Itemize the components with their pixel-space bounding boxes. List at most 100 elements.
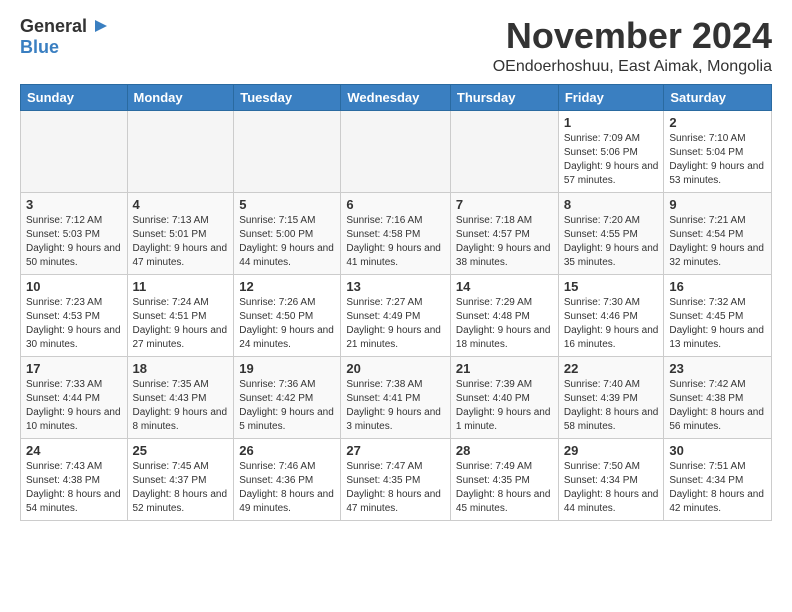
calendar-day-cell: 2 Sunrise: 7:10 AMSunset: 5:04 PMDaylight… (664, 110, 772, 192)
calendar-day-cell (341, 110, 451, 192)
day-info: Sunrise: 7:51 AMSunset: 4:34 PMDaylight:… (669, 460, 766, 516)
day-info: Sunrise: 7:40 AMSunset: 4:39 PMDaylight:… (564, 378, 659, 434)
day-info: Sunrise: 7:21 AMSunset: 4:54 PMDaylight:… (669, 214, 766, 270)
calendar-day-cell: 18Sunrise: 7:35 AMSunset: 4:43 PMDayligh… (127, 356, 234, 438)
day-info: Sunrise: 7:42 AMSunset: 4:38 PMDaylight:… (669, 378, 766, 434)
calendar-day-cell: 22 Sunrise: 7:40 AMSunset: 4:39 PMDayligh… (558, 356, 664, 438)
calendar-day-cell: 12 Sunrise: 7:26 AMSunset: 4:50 PMDayligh… (234, 274, 341, 356)
day-number: 24 (26, 443, 122, 458)
calendar-week-row: 1 Sunrise: 7:09 AMSunset: 5:06 PMDaylight… (21, 110, 772, 192)
calendar-week-row: 10 Sunrise: 7:23 AMSunset: 4:53 PMDayligh… (21, 274, 772, 356)
calendar-day-cell: 10 Sunrise: 7:23 AMSunset: 4:53 PMDayligh… (21, 274, 128, 356)
day-info: Sunrise: 7:24 AMSunset: 4:51 PMDaylight:… (133, 296, 229, 352)
day-info: Sunrise: 7:13 AMSunset: 5:01 PMDaylight:… (133, 214, 229, 270)
page-header: General Blue November 2024 OEndoerhoshuu… (20, 16, 772, 76)
calendar-table: SundayMondayTuesdayWednesdayThursdayFrid… (20, 84, 772, 521)
weekday-header-cell: Tuesday (234, 84, 341, 110)
calendar-day-cell: 9 Sunrise: 7:21 AMSunset: 4:54 PMDaylight… (664, 192, 772, 274)
calendar-day-cell: 14Sunrise: 7:29 AMSunset: 4:48 PMDayligh… (450, 274, 558, 356)
logo: General Blue (20, 16, 109, 58)
calendar-day-cell: 1 Sunrise: 7:09 AMSunset: 5:06 PMDaylight… (558, 110, 664, 192)
title-block: November 2024 OEndoerhoshuu, East Aimak,… (493, 16, 772, 76)
calendar-day-cell: 17Sunrise: 7:33 AMSunset: 4:44 PMDayligh… (21, 356, 128, 438)
day-info: Sunrise: 7:45 AMSunset: 4:37 PMDaylight:… (133, 460, 229, 516)
day-number: 9 (669, 197, 766, 212)
calendar-day-cell: 24 Sunrise: 7:43 AMSunset: 4:38 PMDayligh… (21, 438, 128, 520)
day-info: Sunrise: 7:47 AMSunset: 4:35 PMDaylight:… (346, 460, 445, 516)
calendar-day-cell (21, 110, 128, 192)
day-number: 13 (346, 279, 445, 294)
day-number: 10 (26, 279, 122, 294)
day-number: 4 (133, 197, 229, 212)
day-number: 29 (564, 443, 659, 458)
day-number: 1 (564, 115, 659, 130)
day-number: 19 (239, 361, 335, 376)
day-info: Sunrise: 7:39 AMSunset: 4:40 PMDaylight:… (456, 378, 553, 434)
weekday-header-cell: Sunday (21, 84, 128, 110)
day-info: Sunrise: 7:36 AMSunset: 4:42 PMDaylight:… (239, 378, 335, 434)
day-number: 2 (669, 115, 766, 130)
day-number: 6 (346, 197, 445, 212)
day-number: 5 (239, 197, 335, 212)
day-info: Sunrise: 7:09 AMSunset: 5:06 PMDaylight:… (564, 132, 659, 188)
calendar-day-cell (127, 110, 234, 192)
location-title: OEndoerhoshuu, East Aimak, Mongolia (493, 58, 772, 76)
day-info: Sunrise: 7:20 AMSunset: 4:55 PMDaylight:… (564, 214, 659, 270)
month-title: November 2024 (493, 16, 772, 56)
day-number: 14 (456, 279, 553, 294)
weekday-header-cell: Thursday (450, 84, 558, 110)
day-number: 20 (346, 361, 445, 376)
logo-blue: Blue (20, 37, 59, 57)
day-number: 15 (564, 279, 659, 294)
day-info: Sunrise: 7:23 AMSunset: 4:53 PMDaylight:… (26, 296, 122, 352)
day-number: 27 (346, 443, 445, 458)
calendar-day-cell: 7Sunrise: 7:18 AMSunset: 4:57 PMDaylight… (450, 192, 558, 274)
calendar-day-cell: 30 Sunrise: 7:51 AMSunset: 4:34 PMDayligh… (664, 438, 772, 520)
day-number: 26 (239, 443, 335, 458)
calendar-week-row: 3 Sunrise: 7:12 AMSunset: 5:03 PMDaylight… (21, 192, 772, 274)
calendar-day-cell: 4 Sunrise: 7:13 AMSunset: 5:01 PMDaylight… (127, 192, 234, 274)
calendar-day-cell: 27 Sunrise: 7:47 AMSunset: 4:35 PMDayligh… (341, 438, 451, 520)
calendar-day-cell: 26Sunrise: 7:46 AMSunset: 4:36 PMDayligh… (234, 438, 341, 520)
day-info: Sunrise: 7:50 AMSunset: 4:34 PMDaylight:… (564, 460, 659, 516)
calendar-day-cell: 16Sunrise: 7:32 AMSunset: 4:45 PMDayligh… (664, 274, 772, 356)
weekday-header-cell: Friday (558, 84, 664, 110)
calendar-day-cell: 25Sunrise: 7:45 AMSunset: 4:37 PMDayligh… (127, 438, 234, 520)
weekday-header-cell: Monday (127, 84, 234, 110)
day-info: Sunrise: 7:26 AMSunset: 4:50 PMDaylight:… (239, 296, 335, 352)
day-number: 8 (564, 197, 659, 212)
day-number: 3 (26, 197, 122, 212)
day-info: Sunrise: 7:10 AMSunset: 5:04 PMDaylight:… (669, 132, 766, 188)
day-info: Sunrise: 7:27 AMSunset: 4:49 PMDaylight:… (346, 296, 445, 352)
day-info: Sunrise: 7:49 AMSunset: 4:35 PMDaylight:… (456, 460, 553, 516)
calendar-day-cell: 11Sunrise: 7:24 AMSunset: 4:51 PMDayligh… (127, 274, 234, 356)
calendar-body: 1 Sunrise: 7:09 AMSunset: 5:06 PMDaylight… (21, 110, 772, 520)
calendar-week-row: 17Sunrise: 7:33 AMSunset: 4:44 PMDayligh… (21, 356, 772, 438)
calendar-day-cell: 3 Sunrise: 7:12 AMSunset: 5:03 PMDaylight… (21, 192, 128, 274)
logo-general: General (20, 16, 87, 37)
day-number: 18 (133, 361, 229, 376)
calendar-week-row: 24 Sunrise: 7:43 AMSunset: 4:38 PMDayligh… (21, 438, 772, 520)
calendar-day-cell: 28Sunrise: 7:49 AMSunset: 4:35 PMDayligh… (450, 438, 558, 520)
calendar-day-cell: 21Sunrise: 7:39 AMSunset: 4:40 PMDayligh… (450, 356, 558, 438)
day-number: 22 (564, 361, 659, 376)
calendar-day-cell: 23Sunrise: 7:42 AMSunset: 4:38 PMDayligh… (664, 356, 772, 438)
day-info: Sunrise: 7:33 AMSunset: 4:44 PMDaylight:… (26, 378, 122, 434)
day-number: 30 (669, 443, 766, 458)
calendar-day-cell: 15Sunrise: 7:30 AMSunset: 4:46 PMDayligh… (558, 274, 664, 356)
day-info: Sunrise: 7:38 AMSunset: 4:41 PMDaylight:… (346, 378, 445, 434)
day-info: Sunrise: 7:43 AMSunset: 4:38 PMDaylight:… (26, 460, 122, 516)
calendar-day-cell: 8 Sunrise: 7:20 AMSunset: 4:55 PMDaylight… (558, 192, 664, 274)
day-info: Sunrise: 7:16 AMSunset: 4:58 PMDaylight:… (346, 214, 445, 270)
calendar-day-cell: 6 Sunrise: 7:16 AMSunset: 4:58 PMDaylight… (341, 192, 451, 274)
calendar-day-cell: 20 Sunrise: 7:38 AMSunset: 4:41 PMDayligh… (341, 356, 451, 438)
calendar-day-cell: 19 Sunrise: 7:36 AMSunset: 4:42 PMDayligh… (234, 356, 341, 438)
day-info: Sunrise: 7:15 AMSunset: 5:00 PMDaylight:… (239, 214, 335, 270)
day-info: Sunrise: 7:32 AMSunset: 4:45 PMDaylight:… (669, 296, 766, 352)
weekday-header-cell: Wednesday (341, 84, 451, 110)
day-number: 12 (239, 279, 335, 294)
day-info: Sunrise: 7:12 AMSunset: 5:03 PMDaylight:… (26, 214, 122, 270)
weekday-header-row: SundayMondayTuesdayWednesdayThursdayFrid… (21, 84, 772, 110)
day-number: 7 (456, 197, 553, 212)
logo-icon (89, 16, 109, 36)
